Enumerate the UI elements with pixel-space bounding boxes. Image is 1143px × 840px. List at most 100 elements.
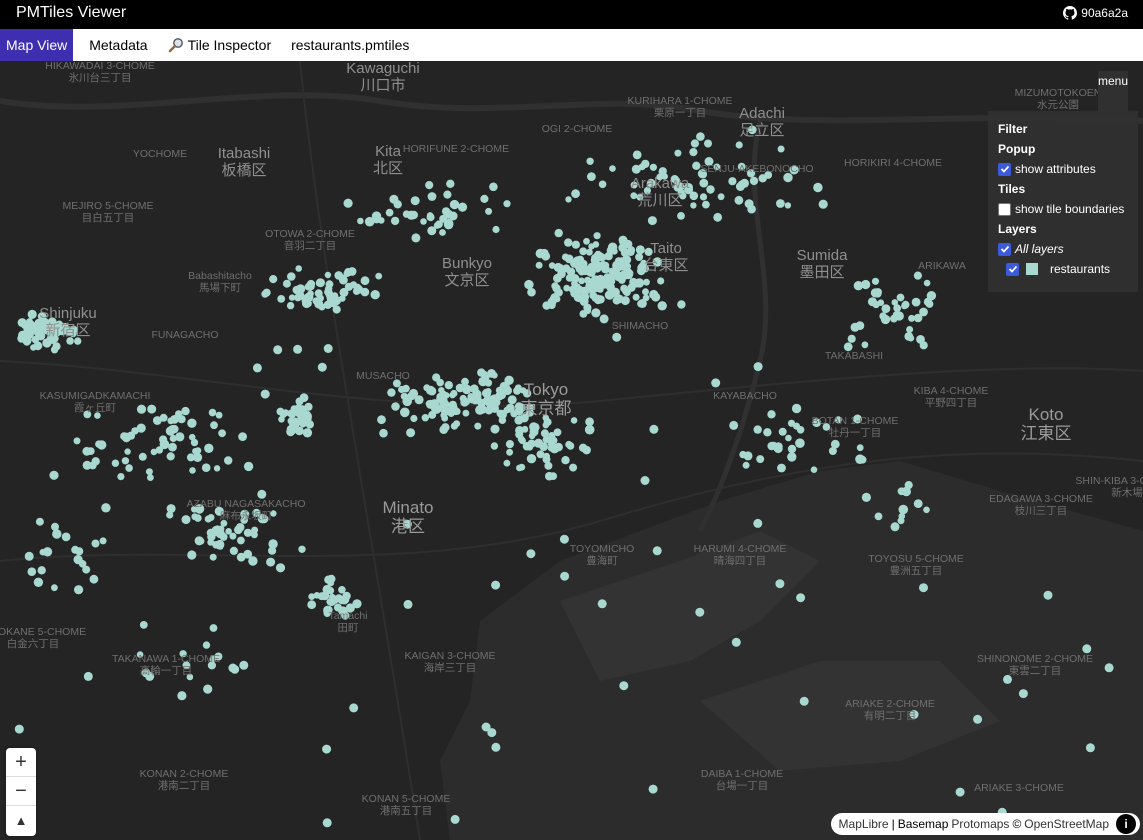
restaurant-point[interactable] xyxy=(282,279,291,288)
restaurant-point[interactable] xyxy=(449,199,460,210)
restaurant-point[interactable] xyxy=(277,295,286,303)
restaurant-point[interactable] xyxy=(446,179,455,188)
restaurant-point[interactable] xyxy=(632,293,640,301)
restaurant-point[interactable] xyxy=(324,575,333,584)
restaurant-point[interactable] xyxy=(302,299,311,308)
show-attributes-checkbox[interactable] xyxy=(998,162,1011,176)
restaurant-point[interactable] xyxy=(303,416,310,423)
restaurant-point[interactable] xyxy=(391,402,400,411)
restaurant-point[interactable] xyxy=(441,414,449,422)
restaurant-point[interactable] xyxy=(620,296,630,306)
restaurant-point[interactable] xyxy=(385,208,394,217)
restaurant-point[interactable] xyxy=(874,290,882,298)
restaurant-point[interactable] xyxy=(166,504,176,514)
maplibre-link[interactable]: MapLibre xyxy=(839,817,889,831)
restaurant-point[interactable] xyxy=(117,473,125,481)
restaurant-point[interactable] xyxy=(33,577,44,587)
restaurant-point[interactable] xyxy=(187,418,197,428)
restaurant-point[interactable] xyxy=(485,207,493,215)
restaurant-point[interactable] xyxy=(224,456,233,465)
restaurant-point[interactable] xyxy=(597,599,607,609)
restaurant-point[interactable] xyxy=(343,198,353,208)
show-tile-boundaries-row[interactable]: show tile boundaries xyxy=(998,199,1128,219)
restaurant-point[interactable] xyxy=(775,579,785,589)
restaurant-point[interactable] xyxy=(490,442,499,450)
restaurant-point[interactable] xyxy=(879,312,887,320)
restaurant-point[interactable] xyxy=(410,196,420,206)
restaurant-point[interactable] xyxy=(295,417,304,426)
restaurant-point[interactable] xyxy=(415,395,423,403)
restaurant-point[interactable] xyxy=(243,549,253,559)
restaurant-point[interactable] xyxy=(99,537,107,545)
restaurant-point[interactable] xyxy=(420,218,427,225)
restaurant-point[interactable] xyxy=(82,565,91,574)
restaurant-point[interactable] xyxy=(638,163,646,171)
restaurant-point[interactable] xyxy=(787,419,796,427)
restaurant-point[interactable] xyxy=(338,586,346,594)
restaurant-point[interactable] xyxy=(349,703,359,713)
restaurant-point[interactable] xyxy=(897,517,905,525)
restaurant-point[interactable] xyxy=(353,283,362,291)
restaurant-point[interactable] xyxy=(439,229,446,236)
restaurant-point[interactable] xyxy=(559,534,569,544)
restaurant-point[interactable] xyxy=(325,284,333,293)
restaurant-point[interactable] xyxy=(375,272,383,280)
protomaps-link[interactable]: Protomaps xyxy=(951,817,1009,831)
restaurant-point[interactable] xyxy=(787,444,797,454)
restaurant-point[interactable] xyxy=(491,372,498,379)
restaurant-point[interactable] xyxy=(322,818,332,828)
restaurant-point[interactable] xyxy=(427,192,437,201)
restaurant-point[interactable] xyxy=(266,557,276,567)
restaurant-point[interactable] xyxy=(699,178,709,188)
restaurant-point[interactable] xyxy=(22,337,31,346)
zoom-out-button[interactable]: − xyxy=(6,777,36,806)
restaurant-point[interactable] xyxy=(566,442,575,450)
restaurant-point[interactable] xyxy=(82,460,92,470)
restaurant-point[interactable] xyxy=(400,392,408,400)
restaurant-point[interactable] xyxy=(331,295,341,306)
restaurant-point[interactable] xyxy=(734,195,744,205)
restaurant-point[interactable] xyxy=(387,388,396,397)
compass-button[interactable]: ▲ xyxy=(6,806,36,835)
restaurant-point[interactable] xyxy=(438,387,445,394)
restaurant-point[interactable] xyxy=(288,294,296,301)
restaurant-point[interactable] xyxy=(292,285,302,295)
restaurant-point[interactable] xyxy=(637,299,647,308)
restaurant-point[interactable] xyxy=(731,637,741,647)
restaurant-point[interactable] xyxy=(689,148,698,157)
restaurant-point[interactable] xyxy=(403,599,413,609)
restaurant-point[interactable] xyxy=(728,177,737,186)
restaurant-point[interactable] xyxy=(290,405,298,413)
restaurant-point[interactable] xyxy=(480,194,489,203)
restaurant-point[interactable] xyxy=(606,246,616,255)
restaurant-point[interactable] xyxy=(407,392,416,401)
restaurant-point[interactable] xyxy=(52,529,62,539)
restaurant-point[interactable] xyxy=(855,321,865,330)
restaurant-point[interactable] xyxy=(518,463,526,471)
restaurant-point[interactable] xyxy=(503,406,511,414)
restaurant-point[interactable] xyxy=(150,448,158,456)
restaurant-point[interactable] xyxy=(323,344,333,353)
restaurant-point[interactable] xyxy=(491,742,501,752)
restaurant-point[interactable] xyxy=(37,566,46,575)
info-icon[interactable]: i xyxy=(1116,814,1136,834)
restaurant-point[interactable] xyxy=(753,518,763,528)
layer-restaurants-checkbox[interactable] xyxy=(1006,262,1019,276)
restaurant-point[interactable] xyxy=(881,304,891,313)
restaurant-point[interactable] xyxy=(111,459,120,467)
restaurant-point[interactable] xyxy=(218,429,227,438)
restaurant-point[interactable] xyxy=(332,305,341,314)
restaurant-point[interactable] xyxy=(777,463,786,473)
restaurant-point[interactable] xyxy=(175,432,185,442)
restaurant-point[interactable] xyxy=(756,455,765,464)
restaurant-point[interactable] xyxy=(591,308,601,318)
restaurant-point[interactable] xyxy=(799,696,809,706)
restaurant-point[interactable] xyxy=(308,593,316,600)
restaurant-point[interactable] xyxy=(379,428,388,438)
restaurant-point[interactable] xyxy=(204,443,214,453)
all-layers-checkbox[interactable] xyxy=(998,242,1011,256)
restaurant-point[interactable] xyxy=(228,663,238,673)
restaurant-point[interactable] xyxy=(753,425,762,434)
restaurant-point[interactable] xyxy=(338,274,346,282)
restaurant-point[interactable] xyxy=(49,470,59,480)
